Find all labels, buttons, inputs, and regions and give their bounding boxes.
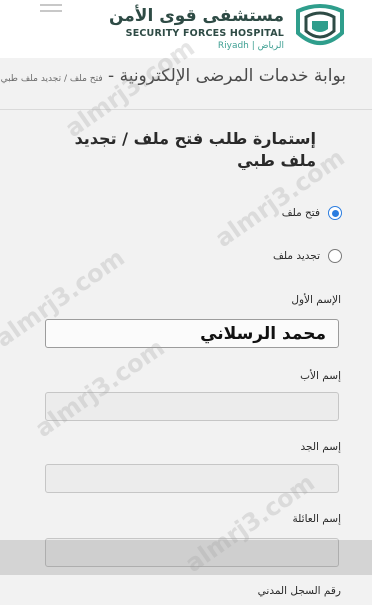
radio-renew-file-label: تجديد ملف (273, 250, 320, 262)
watermark: almrj3.com (30, 333, 170, 443)
father-name-input[interactable] (45, 392, 339, 421)
first-name-input[interactable] (45, 319, 339, 348)
hospital-name-en: SECURITY FORCES HOSPITAL (125, 28, 284, 39)
hospital-city: Riyadh | الرياض (217, 41, 284, 51)
portal-title-text: بوابة خدمات المرضى الإلكترونية - (108, 66, 346, 86)
form-title: إستمارة طلب فتح ملف / تجديد ملف طبي (74, 129, 316, 170)
family-name-label: إسم العائلة (292, 513, 341, 525)
divider (0, 109, 372, 110)
hospital-name-ar: مستشفى قوى الأمن (108, 6, 284, 26)
bottom-shadow-band (0, 540, 372, 575)
radio-renew-file[interactable]: تجديد ملف (273, 247, 342, 265)
grandfather-name-input[interactable] (45, 464, 339, 493)
hospital-logo-icon (296, 4, 344, 45)
father-name-label: إسم الأب (300, 370, 341, 382)
radio-open-file[interactable]: فتح ملف (282, 204, 342, 222)
national-id-label: رقم السجل المدني (257, 585, 341, 597)
first-name-label: الإسم الأول (291, 294, 341, 306)
radio-renew-file-circle[interactable] (328, 249, 342, 263)
radio-open-file-circle[interactable] (328, 206, 342, 220)
breadcrumb: فتح ملف / تجديد ملف طبي (0, 74, 103, 84)
menu-icon[interactable] (40, 4, 62, 18)
grandfather-name-label: إسم الجد (300, 441, 341, 453)
radio-open-file-label: فتح ملف (281, 207, 320, 219)
portal-title: بوابة خدمات المرضى الإلكترونية - فتح ملف… (1, 66, 346, 86)
site-header: مستشفى قوى الأمن SECURITY FORCES HOSPITA… (0, 0, 372, 58)
